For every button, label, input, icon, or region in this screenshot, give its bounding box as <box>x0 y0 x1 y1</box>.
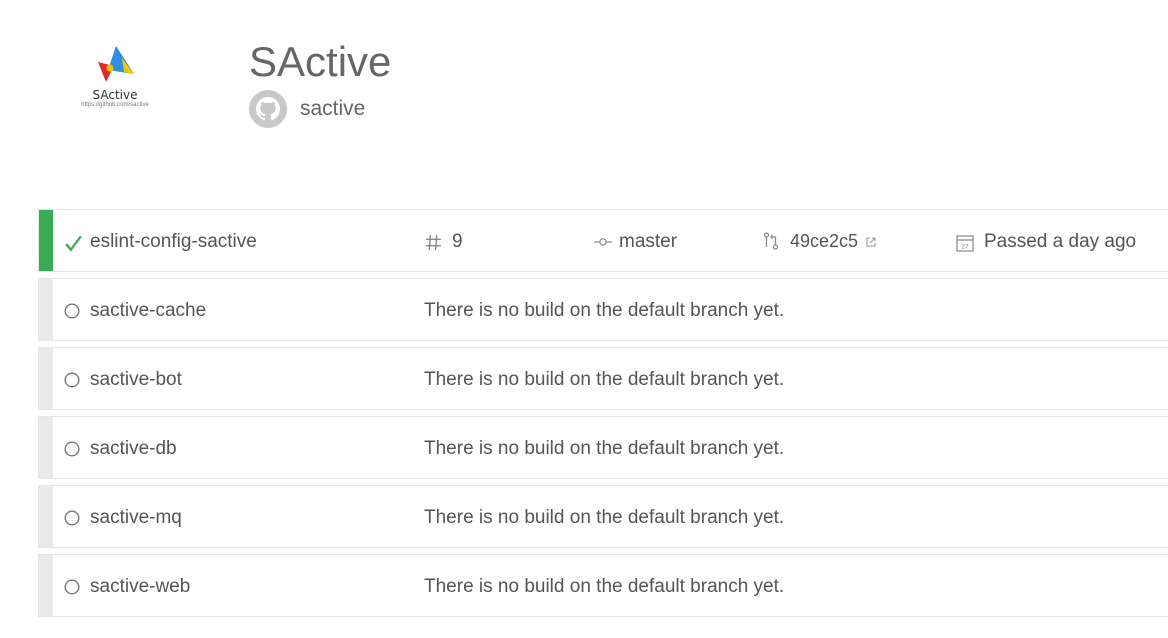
branch-icon <box>594 238 612 246</box>
build-result-text: Passed a day ago <box>984 231 1137 252</box>
commit-link[interactable]: 49ce2c5 <box>790 231 858 252</box>
org-logo: SActive https://github.com/sactive <box>40 22 190 132</box>
no-build-message: There is no build on the default branch … <box>424 576 785 597</box>
no-build-circle-icon <box>64 441 80 457</box>
repo-name-link[interactable]: sactive-cache <box>90 300 206 322</box>
repo-name-link[interactable]: sactive-web <box>90 576 190 598</box>
github-icon[interactable] <box>248 89 288 129</box>
logo-text: SActive <box>92 88 138 102</box>
status-stripe <box>39 555 53 616</box>
no-build-circle-icon <box>64 303 80 319</box>
github-username-link[interactable]: sactive <box>300 97 365 121</box>
no-build-message: There is no build on the default branch … <box>424 369 785 390</box>
no-build-circle-icon <box>64 510 80 526</box>
status-stripe <box>39 210 53 271</box>
commit-icon <box>763 232 779 250</box>
external-link-icon[interactable] <box>865 236 877 248</box>
page: SActive https://github.com/sactive SActi… <box>0 0 1168 638</box>
no-build-message: There is no build on the default branch … <box>424 300 785 321</box>
repo-row[interactable]: eslint-config-sactive 9 master 49ce2c5 2… <box>38 209 1168 272</box>
repo-name-link[interactable]: sactive-mq <box>90 507 182 529</box>
repo-row[interactable]: sactive-db There is no build on the defa… <box>38 416 1168 479</box>
repo-name-link[interactable]: sactive-db <box>90 438 177 460</box>
no-build-message: There is no build on the default branch … <box>424 507 785 528</box>
hash-icon <box>426 235 441 250</box>
repo-row[interactable]: sactive-cache There is no build on the d… <box>38 278 1168 341</box>
repo-row[interactable]: sactive-web There is no build on the def… <box>38 554 1168 617</box>
repo-name-link[interactable]: sactive-bot <box>90 369 182 391</box>
status-stripe <box>39 486 53 547</box>
org-title: SActive <box>249 38 392 85</box>
status-stripe <box>39 279 53 340</box>
calendar-icon: 27 <box>956 235 974 252</box>
status-stripe <box>39 417 53 478</box>
no-build-circle-icon <box>64 579 80 595</box>
repo-list: eslint-config-sactive 9 master 49ce2c5 2… <box>38 209 1168 623</box>
repo-row[interactable]: sactive-mq There is no build on the defa… <box>38 485 1168 548</box>
repo-name-link[interactable]: eslint-config-sactive <box>90 231 257 253</box>
no-build-circle-icon <box>64 372 80 388</box>
build-number-link[interactable]: 9 <box>452 231 463 253</box>
no-build-message: There is no build on the default branch … <box>424 438 785 459</box>
branch-label[interactable]: master <box>619 231 677 253</box>
check-icon <box>65 235 82 252</box>
status-stripe <box>39 348 53 409</box>
sactive-logo-icon <box>98 46 134 82</box>
calendar-day: 27 <box>961 244 969 251</box>
repo-row[interactable]: sactive-bot There is no build on the def… <box>38 347 1168 410</box>
logo-url: https://github.com/sactive <box>81 102 149 108</box>
